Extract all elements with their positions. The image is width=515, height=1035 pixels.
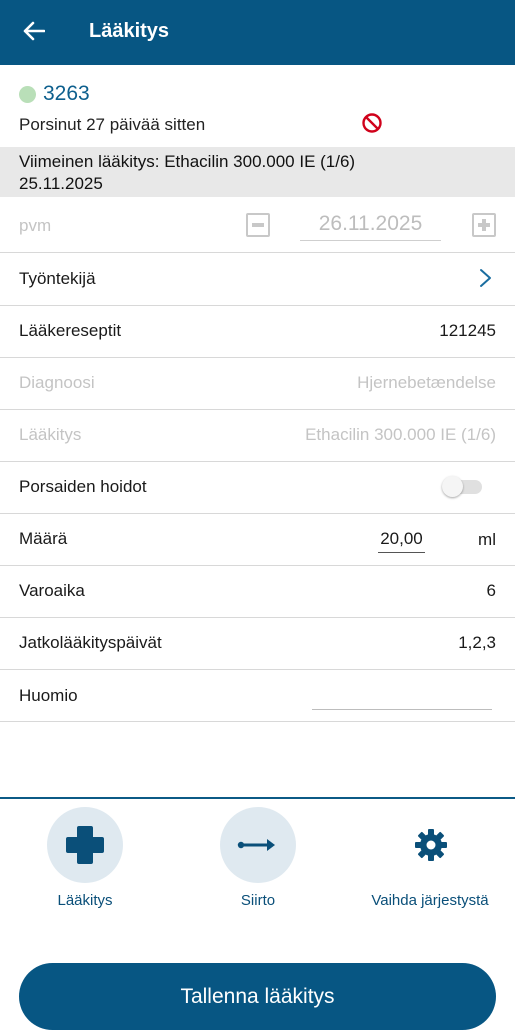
action-reorder[interactable]: Vaihda järjestystä xyxy=(355,807,505,917)
prescriptions-label: Lääkereseptit xyxy=(19,321,122,340)
followup-days-label: Jatkolääkityspäivät xyxy=(19,633,162,652)
no-entry-icon xyxy=(362,113,382,133)
reorder-action-label: Vaihda järjestystä xyxy=(371,892,489,909)
arrow-right-icon xyxy=(237,839,275,851)
gear-icon xyxy=(415,829,447,861)
save-medication-button[interactable]: Tallenna lääkitys xyxy=(19,963,496,1030)
diagnosis-label: Diagnoosi xyxy=(19,373,95,392)
withdrawal-row[interactable]: Varoaika 6 xyxy=(0,565,515,618)
bottom-divider xyxy=(0,797,515,799)
medication-value: Ethacilin 300.000 IE (1/6) xyxy=(305,425,496,444)
action-medication[interactable]: Lääkitys xyxy=(10,807,160,917)
medication-action-label: Lääkitys xyxy=(57,892,113,909)
diagnosis-row: Diagnoosi Hjernebetændelse xyxy=(0,357,515,410)
medication-action-circle xyxy=(47,807,123,883)
followup-days-value: 1,2,3 xyxy=(458,633,496,652)
last-medication-date: 25.11.2025 xyxy=(19,174,103,193)
chevron-right-icon xyxy=(480,269,491,287)
prescriptions-row[interactable]: Lääkereseptit 121245 xyxy=(0,305,515,358)
date-field[interactable]: 26.11.2025 xyxy=(300,212,441,241)
medication-label: Lääkitys xyxy=(19,425,82,444)
action-transfer[interactable]: Siirto xyxy=(183,807,333,917)
note-row: Huomio xyxy=(0,669,515,722)
note-input[interactable] xyxy=(312,708,492,710)
note-label: Huomio xyxy=(19,686,78,705)
app-bar: Lääkitys xyxy=(0,0,515,65)
date-decrement-button[interactable] xyxy=(246,213,270,237)
withdrawal-label: Varoaika xyxy=(19,581,85,600)
toggle-knob xyxy=(442,476,463,497)
followup-days-row[interactable]: Jatkolääkityspäivät 1,2,3 xyxy=(0,617,515,670)
worker-label: Työntekijä xyxy=(19,269,96,288)
piglet-care-label: Porsaiden hoidot xyxy=(19,477,147,496)
amount-label: Määrä xyxy=(19,529,68,548)
back-button[interactable] xyxy=(22,18,46,44)
transfer-action-label: Siirto xyxy=(240,892,276,909)
date-increment-button[interactable] xyxy=(472,213,496,237)
amount-unit: ml xyxy=(478,530,496,549)
animal-id[interactable]: 3263 xyxy=(43,82,90,106)
page-title: Lääkitys xyxy=(89,20,170,42)
diagnosis-value: Hjernebetændelse xyxy=(357,373,496,392)
arrow-left-icon xyxy=(23,21,45,41)
piglet-care-toggle[interactable] xyxy=(442,476,482,497)
worker-row[interactable]: Työntekijä xyxy=(0,253,515,306)
date-label: pvm xyxy=(19,216,52,235)
animal-status-text: Porsinut 27 päivää sitten xyxy=(19,115,206,134)
piglet-care-row: Porsaiden hoidot xyxy=(0,461,515,514)
withdrawal-value: 6 xyxy=(486,581,496,600)
last-medication-banner: Viimeinen lääkitys: Ethacilin 300.000 IE… xyxy=(0,147,515,197)
medication-row: Lääkitys Ethacilin 300.000 IE (1/6) xyxy=(0,409,515,462)
status-dot xyxy=(19,86,36,103)
last-medication-text: Viimeinen lääkitys: Ethacilin 300.000 IE… xyxy=(19,152,356,171)
amount-input[interactable]: 20,00 xyxy=(378,529,425,553)
medical-cross-icon xyxy=(66,826,104,864)
amount-row: Määrä xyxy=(0,513,515,566)
transfer-action-circle xyxy=(220,807,296,883)
prescriptions-value: 121245 xyxy=(439,321,496,340)
